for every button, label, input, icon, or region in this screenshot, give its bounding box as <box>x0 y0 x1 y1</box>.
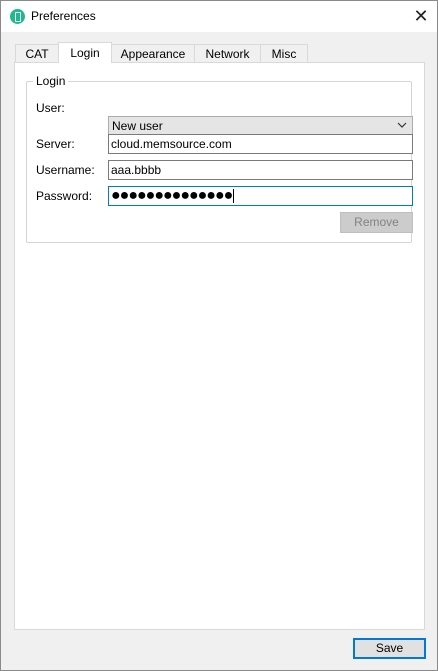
tab-appearance[interactable]: Appearance <box>111 44 195 62</box>
tab-cat[interactable]: CAT <box>15 44 59 62</box>
title-bar: Preferences ✕ <box>1 1 437 32</box>
chevron-down-icon <box>397 122 407 128</box>
username-label: Username: <box>36 163 95 177</box>
user-select-value: New user <box>112 119 163 133</box>
login-tab-panel: Login User: New user Server: cloud.memso… <box>14 62 425 630</box>
user-label: User: <box>36 101 65 115</box>
server-label: Server: <box>36 137 75 151</box>
close-icon[interactable]: ✕ <box>407 4 435 28</box>
text-caret <box>233 188 235 203</box>
window-title: Preferences <box>31 9 96 23</box>
password-mask: ●●●●●●●●●●●●●● <box>111 187 233 204</box>
username-field[interactable]: aaa.bbbb <box>108 160 413 180</box>
password-label: Password: <box>36 189 93 203</box>
tab-login[interactable]: Login <box>58 42 112 63</box>
memsource-app-icon <box>10 9 25 24</box>
login-group: Login User: New user Server: cloud.memso… <box>26 74 413 243</box>
tab-misc[interactable]: Misc <box>260 44 308 62</box>
tab-network[interactable]: Network <box>194 44 261 62</box>
remove-button[interactable]: Remove <box>340 212 413 233</box>
save-button[interactable]: Save <box>353 638 426 659</box>
login-group-legend: Login <box>33 74 69 88</box>
server-field[interactable]: cloud.memsource.com <box>108 134 413 154</box>
user-select[interactable]: New user <box>108 116 413 136</box>
preferences-window: Preferences ✕ CAT Login Appearance Netwo… <box>0 0 438 671</box>
password-field[interactable]: ●●●●●●●●●●●●●● <box>108 186 413 206</box>
